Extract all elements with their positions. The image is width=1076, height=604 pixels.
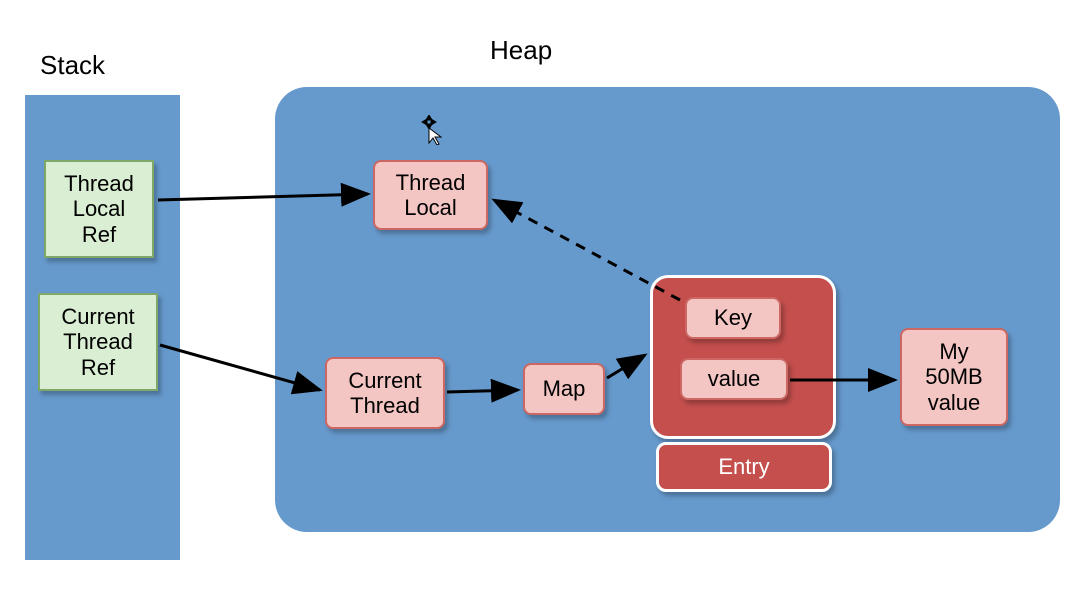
move-cursor-icon	[416, 115, 442, 148]
stack-label: Stack	[40, 50, 105, 81]
entry-badge: Entry	[656, 442, 832, 492]
thread-local-ref-box: Thread Local Ref	[44, 160, 154, 258]
entry-badge-text: Entry	[718, 454, 769, 480]
current-thread-box: Current Thread	[325, 357, 445, 429]
current-thread-ref-box: Current Thread Ref	[38, 293, 158, 391]
thread-local-ref-text: Thread Local Ref	[64, 171, 134, 247]
my-value-box: My 50MB value	[900, 328, 1008, 426]
key-box: Key	[685, 297, 781, 339]
current-thread-text: Current Thread	[348, 368, 421, 419]
heap-label: Heap	[490, 35, 552, 66]
my-value-text: My 50MB value	[925, 339, 982, 415]
value-box: value	[680, 358, 788, 400]
map-box: Map	[523, 363, 605, 415]
current-thread-ref-text: Current Thread Ref	[61, 304, 134, 380]
map-text: Map	[543, 376, 586, 401]
key-text: Key	[714, 305, 752, 330]
value-text: value	[708, 366, 761, 391]
thread-local-box: Thread Local	[373, 160, 488, 230]
thread-local-text: Thread Local	[396, 170, 466, 221]
